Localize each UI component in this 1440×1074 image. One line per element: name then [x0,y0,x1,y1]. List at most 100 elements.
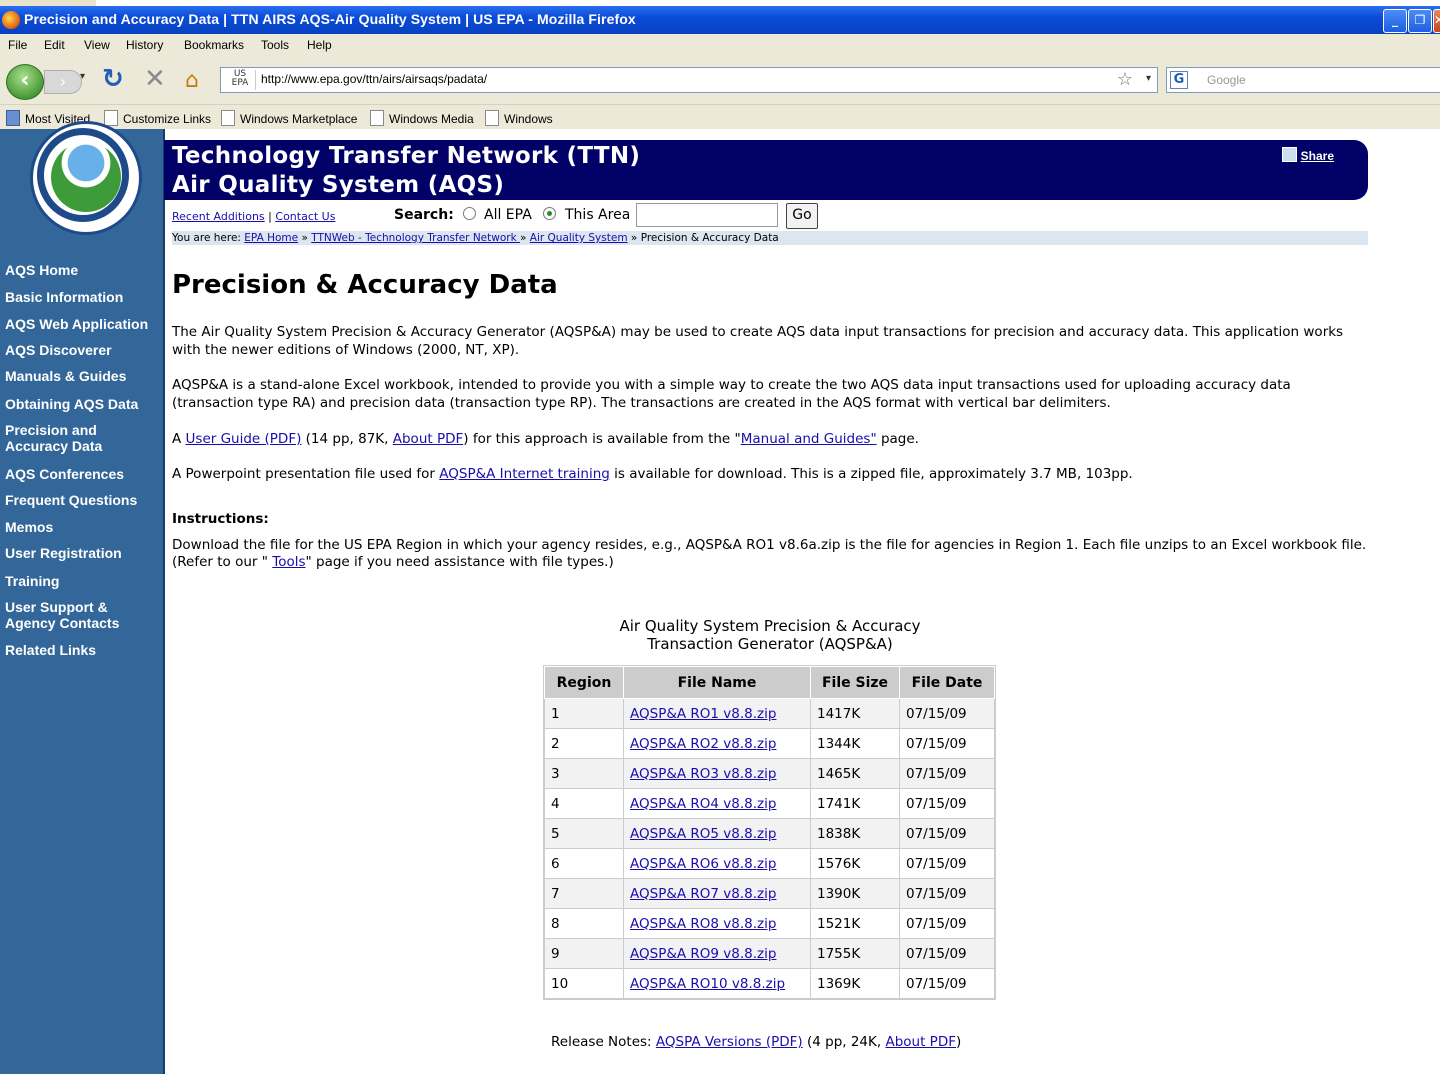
internet-training-link[interactable]: AQSP&A Internet training [439,466,610,482]
back-button[interactable]: ‹ [6,64,44,100]
aqspa-versions-link[interactable]: AQSPA Versions (PDF) [656,1034,803,1050]
bookmark-customize-links[interactable]: Customize Links [104,110,211,126]
breadcrumb-epa-home[interactable]: EPA Home [244,232,298,244]
cell-file-date: 07/15/09 [899,758,995,789]
sidebar-item-training[interactable]: Training [5,573,159,589]
site-search-input[interactable] [636,203,778,227]
cell-region: 10 [544,968,624,999]
most-visited-icon [6,110,20,126]
share-link[interactable]: Share [1281,147,1334,163]
menu-edit[interactable]: Edit [44,38,65,52]
sidebar-item-memos[interactable]: Memos [5,519,159,535]
menu-history[interactable]: History [126,38,163,52]
stop-icon[interactable]: ✕ [144,64,166,94]
radio-all-epa[interactable] [463,207,476,220]
search-placeholder[interactable]: Google [1207,73,1246,87]
window-titlebar[interactable]: Precision and Accuracy Data | TTN AIRS A… [0,6,1440,34]
text-fragment: " page if you need assistance with file … [305,554,614,570]
bookmark-windows-marketplace[interactable]: Windows Marketplace [221,110,357,126]
breadcrumb-separator: » [630,232,638,244]
download-link[interactable]: AQSP&A RO5 v8.8.zip [630,826,776,842]
cell-file-date: 07/15/09 [899,698,995,729]
download-link[interactable]: AQSP&A RO10 v8.8.zip [630,976,785,992]
download-link[interactable]: AQSP&A RO6 v8.8.zip [630,856,776,872]
forward-button[interactable]: › [44,70,82,94]
menu-tools[interactable]: Tools [261,38,289,52]
minimize-button[interactable]: _ [1383,9,1407,33]
page-icon [370,110,384,126]
manual-guides-link[interactable]: Manual and Guides" [741,431,877,447]
about-pdf-link[interactable]: About PDF [393,431,464,447]
history-dropdown-icon[interactable]: ▾ [80,71,85,82]
site-banner: Technology Transfer Network (TTN) Air Qu… [164,140,1368,200]
radio-this-area[interactable] [543,207,556,220]
breadcrumb: You are here: EPA Home » TTNWeb - Techno… [172,231,1368,245]
sidebar-item-user-registration[interactable]: User Registration [5,545,159,561]
epa-seal-logo[interactable] [30,121,142,235]
breadcrumb-current: Precision & Accuracy Data [640,232,779,244]
radio-this-area-label[interactable]: This Area [565,207,630,223]
sidebar-item-aqs-conferences[interactable]: AQS Conferences [5,466,159,482]
table-caption-line1: Air Quality System Precision & Accuracy [619,617,921,635]
radio-all-epa-label[interactable]: All EPA [484,207,532,223]
url-dropdown-icon[interactable]: ▾ [1146,73,1151,84]
cell-region: 8 [544,908,624,939]
intro-paragraph: The Air Quality System Precision & Accur… [172,324,1344,358]
bookmark-star-icon[interactable]: ☆ [1117,69,1133,90]
text-fragment: A Powerpoint presentation file used for [172,466,440,482]
go-button[interactable]: Go [786,203,818,229]
sidebar-item-user-support[interactable]: User Support & Agency Contacts [5,599,161,631]
breadcrumb-air-quality-system[interactable]: Air Quality System [530,232,628,244]
search-label: Search: [394,207,454,223]
menu-help[interactable]: Help [307,38,332,52]
download-link[interactable]: AQSP&A RO3 v8.8.zip [630,766,776,782]
download-link[interactable]: AQSP&A RO1 v8.8.zip [630,706,776,722]
header-file-date: File Date [899,666,995,699]
cell-file-size: 1465K [810,758,900,789]
release-about-pdf-link[interactable]: About PDF [885,1034,956,1050]
user-guide-pdf-link[interactable]: User Guide (PDF) [186,431,302,447]
cell-file-name: AQSP&A RO2 v8.8.zip [623,728,811,759]
google-engine-icon[interactable]: G [1170,71,1188,89]
sidebar-item-aqs-home[interactable]: AQS Home [5,262,159,278]
sidebar-item-aqs-discoverer[interactable]: AQS Discoverer [5,342,159,358]
sidebar-item-aqs-web-application[interactable]: AQS Web Application [5,316,159,332]
search-bar[interactable]: G Google [1166,67,1440,93]
header-file-name: File Name [623,666,811,699]
bookmarks-toolbar: Most Visited Customize Links Windows Mar… [0,105,1440,129]
cell-file-size: 1369K [810,968,900,999]
tools-link[interactable]: Tools [272,554,305,570]
bookmark-windows-media[interactable]: Windows Media [370,110,474,126]
table-row: 6 AQSP&A RO6 v8.8.zip 1576K 07/15/09 [544,848,995,879]
share-label: Share [1300,149,1334,163]
header-region: Region [544,666,624,699]
banner-title-line1: Technology Transfer Network (TTN) [172,143,641,169]
download-link[interactable]: AQSP&A RO8 v8.8.zip [630,916,776,932]
bookmark-label: Customize Links [123,112,212,126]
download-link[interactable]: AQSP&A RO9 v8.8.zip [630,946,776,962]
close-button[interactable]: ✕ [1433,9,1440,33]
menu-bookmarks[interactable]: Bookmarks [184,38,244,52]
download-link[interactable]: AQSP&A RO7 v8.8.zip [630,886,776,902]
download-link[interactable]: AQSP&A RO4 v8.8.zip [630,796,776,812]
address-bar[interactable]: US EPA http://www.epa.gov/ttn/airs/airsa… [220,67,1158,93]
maximize-button[interactable]: ❐ [1408,9,1432,33]
breadcrumb-ttnweb[interactable]: TTNWeb - Technology Transfer Network [311,232,520,244]
contact-us-link[interactable]: Contact Us [275,210,335,223]
sidebar-item-related-links[interactable]: Related Links [5,642,159,658]
address-url[interactable]: http://www.epa.gov/ttn/airs/airsaqs/pada… [261,72,487,86]
sidebar-item-precision-accuracy[interactable]: Precision and Accuracy Data [5,422,115,454]
reload-icon[interactable]: ↻ [102,64,124,94]
download-link[interactable]: AQSP&A RO2 v8.8.zip [630,736,776,752]
sidebar-item-obtaining-aqs-data[interactable]: Obtaining AQS Data [5,396,159,412]
menu-file[interactable]: File [8,38,27,52]
sidebar-item-frequent-questions[interactable]: Frequent Questions [5,492,159,508]
site-identity-badge[interactable]: US EPA [225,70,256,90]
sidebar-item-manuals-guides[interactable]: Manuals & Guides [5,368,159,384]
sidebar-item-basic-information[interactable]: Basic Information [5,289,159,305]
bookmark-windows[interactable]: Windows [485,110,553,126]
home-icon[interactable]: ⌂ [185,68,199,93]
utility-bar: Recent Additions | Contact Us Search: Al… [172,203,872,229]
menu-view[interactable]: View [84,38,110,52]
recent-additions-link[interactable]: Recent Additions [172,210,265,223]
